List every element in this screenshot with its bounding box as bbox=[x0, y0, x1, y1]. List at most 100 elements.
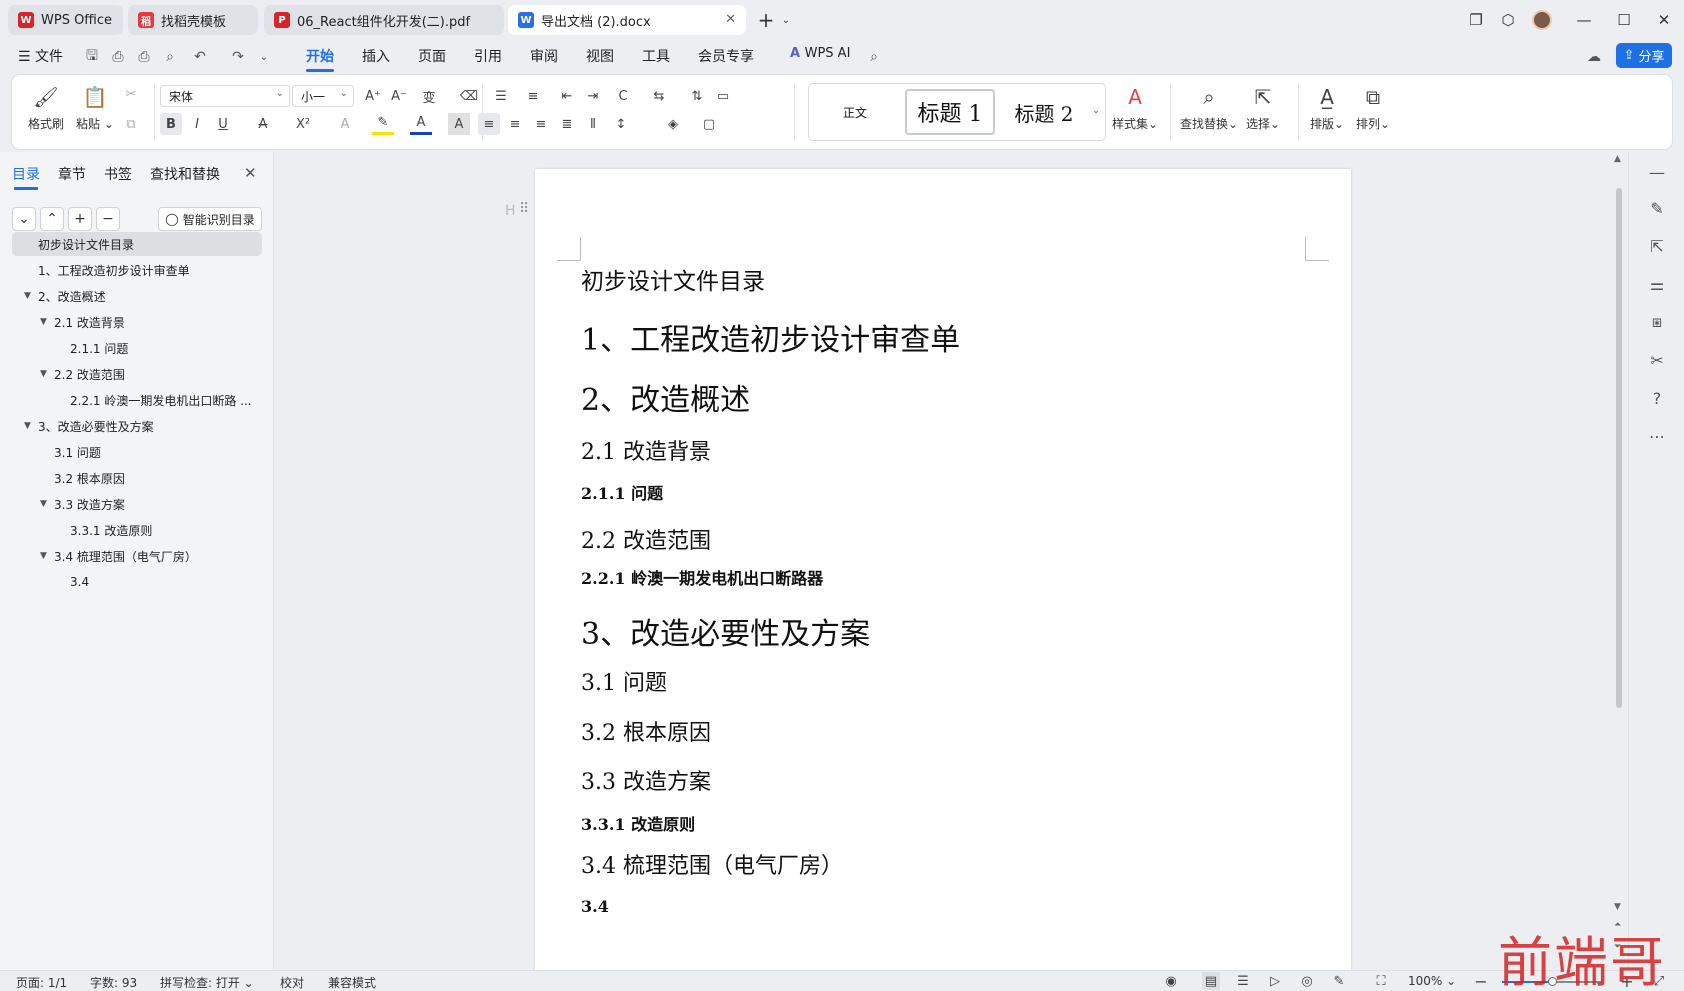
toc-item[interactable]: ▼ 3.4 梳理范围（电气厂房） bbox=[0, 544, 262, 568]
page-view-icon[interactable]: ▤ bbox=[1202, 972, 1220, 990]
copy-icon[interactable]: ⧉ bbox=[120, 113, 142, 135]
tab-page[interactable]: 页面 bbox=[418, 46, 446, 68]
toc-item[interactable]: 1、工程改造初步设计审查单 bbox=[0, 258, 262, 282]
document-heading[interactable]: 初步设计文件目录 bbox=[581, 262, 765, 296]
style-heading-2[interactable]: 标题 2 bbox=[999, 89, 1089, 135]
toc-item[interactable]: ▼ 3、改造必要性及方案 bbox=[0, 414, 262, 438]
caret-down-icon[interactable]: ▼ bbox=[24, 421, 31, 431]
justify-icon[interactable]: ≣ bbox=[556, 113, 578, 135]
document-heading[interactable]: 2.1 改造背景 bbox=[581, 434, 711, 466]
close-tab-icon[interactable]: ✕ bbox=[725, 12, 736, 27]
collapse-icon[interactable]: ⌄ bbox=[12, 207, 36, 231]
gallery-scroll-icon[interactable]: ⌄ bbox=[1089, 100, 1103, 122]
find-replace-button[interactable]: ⌕ 查找替换⌄ bbox=[1180, 83, 1238, 132]
vertical-scrollbar[interactable]: ▲ ▼ ⏶ ⏷ bbox=[1612, 152, 1626, 970]
tab-member[interactable]: 会员专享 bbox=[698, 46, 754, 68]
toc-item[interactable]: 3.2 根本原因 bbox=[0, 466, 262, 490]
redo-icon[interactable]: ↷ bbox=[228, 47, 248, 67]
web-view-icon[interactable]: ◎ bbox=[1298, 972, 1316, 990]
shrink-font-icon[interactable]: A⁻ bbox=[388, 85, 410, 107]
distribute-icon[interactable]: ⫴ bbox=[582, 113, 604, 135]
bullet-list-icon[interactable]: ☰ bbox=[490, 85, 512, 107]
remove-heading-icon[interactable]: − bbox=[96, 207, 120, 231]
tab-references[interactable]: 引用 bbox=[474, 46, 502, 68]
toc-item[interactable]: 初步设计文件目录 bbox=[12, 232, 262, 256]
expand-icon[interactable]: ⌃ bbox=[40, 207, 64, 231]
export-icon[interactable]: ⎙ bbox=[108, 47, 128, 67]
tab-insert[interactable]: 插入 bbox=[362, 46, 390, 68]
cut-icon[interactable]: ✂ bbox=[120, 83, 142, 105]
document-heading[interactable]: 2.2.1 岭澳一期发电机出口断路器 bbox=[581, 565, 823, 589]
highlight-icon[interactable]: ✎ bbox=[372, 113, 394, 135]
document-heading[interactable]: 3.2 根本原因 bbox=[581, 715, 711, 747]
document-heading[interactable]: 2.1.1 问题 bbox=[581, 480, 663, 504]
document-heading[interactable]: 1、工程改造初步设计审查单 bbox=[581, 315, 960, 359]
search-icon[interactable]: ⌕ bbox=[864, 47, 884, 67]
style-set-button[interactable]: A 样式集⌄ bbox=[1112, 83, 1158, 132]
chinese-layout-icon[interactable]: ⇆ bbox=[648, 85, 670, 107]
minimize-pane-icon[interactable]: — bbox=[1645, 160, 1669, 184]
eye-protection-icon[interactable]: ✎ bbox=[1330, 972, 1348, 990]
text-effect-icon[interactable]: A bbox=[334, 113, 356, 135]
tab-wps-office[interactable]: W WPS Office bbox=[8, 5, 123, 35]
fit-page-icon[interactable]: ⛶ bbox=[1372, 972, 1390, 990]
sort-icon[interactable]: ⇅ bbox=[686, 85, 708, 107]
align-left-icon[interactable]: ≡ bbox=[478, 113, 500, 135]
page-count[interactable]: 页面: 1/1 bbox=[16, 974, 67, 991]
toc-item[interactable]: ▼ 2.2 改造范围 bbox=[0, 362, 262, 386]
font-name-select[interactable]: 宋体 ⌄ bbox=[160, 85, 290, 107]
tab-tools[interactable]: 工具 bbox=[642, 46, 670, 68]
tab-view[interactable]: 视图 bbox=[586, 46, 614, 68]
shading-icon[interactable]: ◈ bbox=[662, 113, 684, 135]
char-shading-icon[interactable]: A bbox=[448, 113, 470, 135]
document-heading[interactable]: 3、改造必要性及方案 bbox=[581, 609, 870, 653]
drag-handle-icon[interactable]: ⠿ bbox=[519, 201, 529, 217]
caret-down-icon[interactable]: ▼ bbox=[24, 291, 31, 301]
more-icon[interactable]: ⋯ bbox=[1645, 424, 1669, 448]
nav-tab-toc[interactable]: 目录 bbox=[12, 164, 40, 190]
align-right-icon[interactable]: ≡ bbox=[530, 113, 552, 135]
align-center-icon[interactable]: ≡ bbox=[504, 113, 526, 135]
play-icon[interactable]: ▷ bbox=[1266, 972, 1284, 990]
close-pane-icon[interactable]: ✕ bbox=[244, 164, 257, 182]
cube-icon[interactable]: ⬡ bbox=[1496, 8, 1520, 32]
zoom-out-icon[interactable]: − bbox=[1472, 972, 1490, 991]
decrease-indent-icon[interactable]: ⇤ bbox=[556, 85, 578, 107]
caret-down-icon[interactable]: ▼ bbox=[40, 551, 47, 561]
clear-format-icon[interactable]: ⌫ bbox=[458, 85, 480, 107]
nav-tab-sections[interactable]: 章节 bbox=[58, 164, 86, 184]
select-button[interactable]: ⇱ 选择⌄ bbox=[1246, 83, 1280, 132]
document-heading[interactable]: 3.3 改造方案 bbox=[581, 764, 711, 796]
tab-home[interactable]: 开始 bbox=[306, 46, 334, 72]
caret-down-icon[interactable]: ▼ bbox=[40, 499, 47, 509]
add-heading-icon[interactable]: + bbox=[68, 207, 92, 231]
phonetic-icon[interactable]: 变 bbox=[418, 85, 440, 107]
document-heading[interactable]: 3.4 梳理范围（电气厂房） bbox=[581, 848, 843, 880]
tab-docx[interactable]: W 导出文档 (2).docx ✕ bbox=[508, 5, 746, 35]
proofread[interactable]: 校对 bbox=[280, 974, 304, 991]
pointer-icon[interactable]: ⇱ bbox=[1645, 234, 1669, 258]
tools-icon[interactable]: ✂ bbox=[1645, 348, 1669, 372]
tab-pdf[interactable]: P 06_React组件化开发(二).pdf bbox=[264, 5, 504, 35]
undo-icon[interactable]: ↶ bbox=[190, 47, 210, 67]
maximize-icon[interactable]: ☐ bbox=[1612, 8, 1636, 32]
sliders-icon[interactable]: ⚌ bbox=[1645, 272, 1669, 296]
tab-template[interactable]: 稻 找稻壳模板 bbox=[128, 5, 258, 35]
smart-toc-button[interactable]: ◯ 智能识别目录 bbox=[158, 207, 262, 231]
nav-tab-bookmarks[interactable]: 书签 bbox=[104, 164, 132, 184]
strikethrough-icon[interactable]: A bbox=[252, 113, 274, 135]
document-heading[interactable]: 3.4 bbox=[581, 897, 609, 916]
layout-button[interactable]: A̲ 排版⌄ bbox=[1310, 83, 1344, 132]
minimize-icon[interactable]: — bbox=[1572, 8, 1596, 32]
tab-review[interactable]: 审阅 bbox=[530, 46, 558, 68]
scroll-thumb[interactable] bbox=[1616, 188, 1622, 708]
style-heading-1[interactable]: 标题 1 bbox=[905, 89, 995, 135]
more-quick-icon[interactable]: ⌄ bbox=[254, 47, 274, 67]
scroll-down-icon[interactable]: ▼ bbox=[1614, 902, 1621, 912]
cloud-sync-icon[interactable]: ☁ bbox=[1584, 47, 1604, 67]
text-direction-icon[interactable]: Ⅽ bbox=[612, 85, 634, 107]
document-heading[interactable]: 2、改造概述 bbox=[581, 375, 750, 419]
avatar[interactable] bbox=[1530, 8, 1554, 32]
print-icon[interactable]: ⎙ bbox=[134, 47, 154, 67]
grow-font-icon[interactable]: A⁺ bbox=[362, 85, 384, 107]
